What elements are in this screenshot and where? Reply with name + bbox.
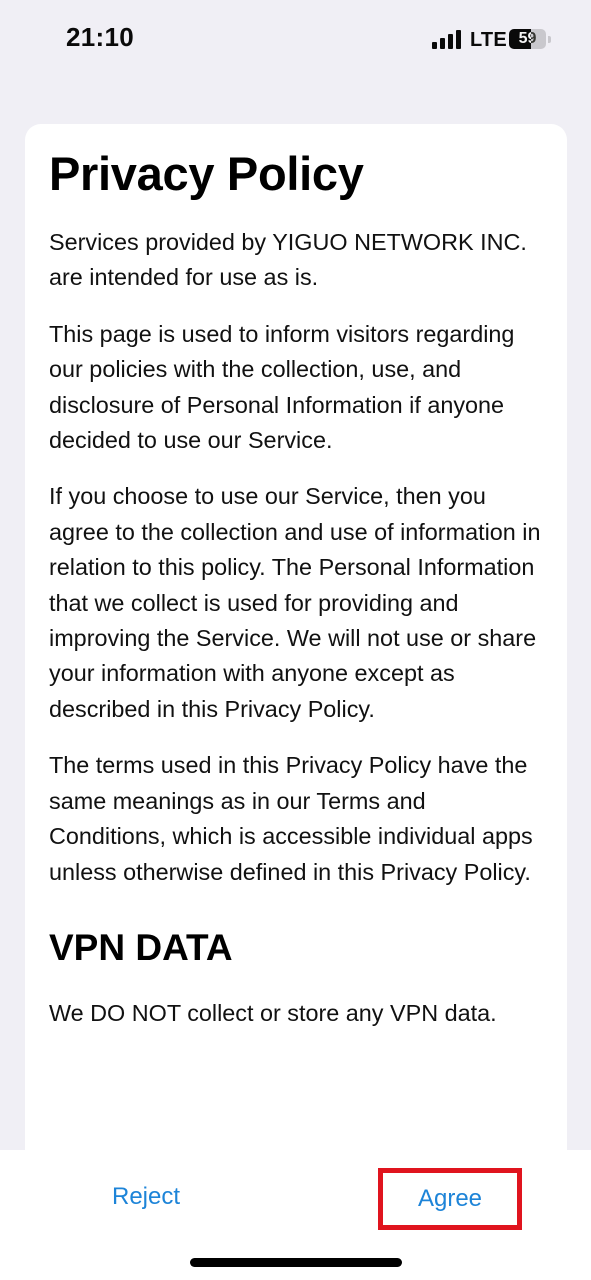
action-bar: Reject Agree [0,1150,591,1280]
status-time: 21:10 [66,22,134,52]
battery-percent: 59 [518,30,537,47]
policy-content: Privacy Policy Services provided by YIGU… [49,144,549,1031]
policy-card[interactable]: Privacy Policy Services provided by YIGU… [25,124,567,1204]
policy-paragraph: Services provided by YIGUO NETWORK INC. … [49,229,527,291]
screen: 21:10 LTE 59 Privacy Policy Services pro… [0,0,591,1280]
page-title: Privacy Policy [49,147,364,200]
battery-icon: 59 [509,29,546,49]
network-type: LTE [470,29,507,51]
battery-cap-icon [548,36,551,43]
home-indicator [190,1258,402,1267]
section-heading-vpn-data: VPN DATA [49,926,233,968]
policy-paragraph: If you choose to use our Service, then y… [49,483,541,722]
agree-button[interactable]: Agree [378,1168,522,1230]
reject-button[interactable]: Reject [92,1168,200,1226]
cellular-signal-icon [432,29,466,49]
status-bar: 21:10 LTE 59 [0,0,591,84]
vpn-data-paragraph: We DO NOT collect or store any VPN data. [49,999,497,1026]
policy-paragraph: This page is used to inform visitors reg… [49,320,515,454]
policy-paragraph: The terms used in this Privacy Policy ha… [49,752,533,885]
